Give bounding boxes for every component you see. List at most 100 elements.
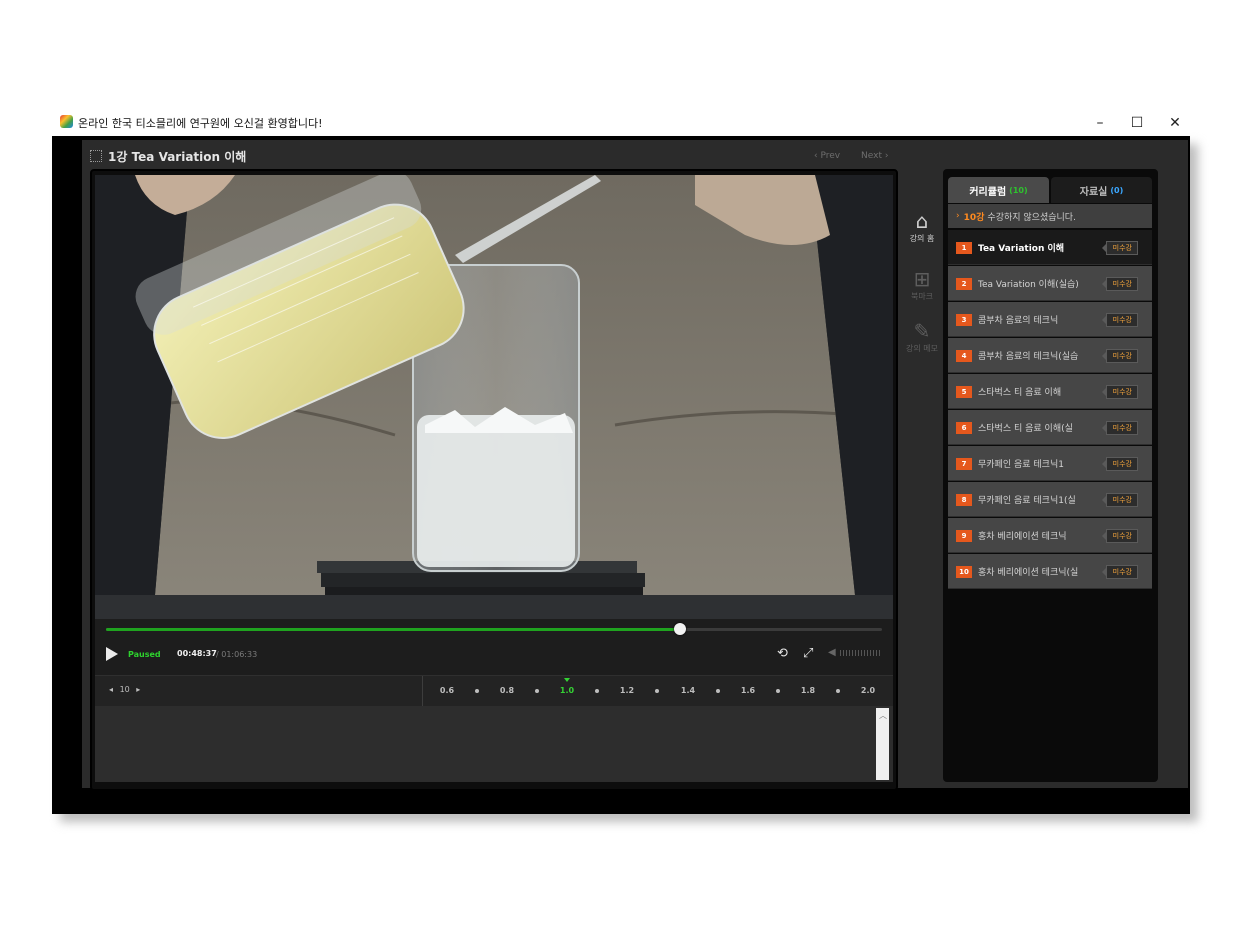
video-controls: Paused 00:48:37 / 01:06:33 ⟲ ⤢ ◀ [95,619,893,675]
lesson-title: 무카페인 음료 테크닉1 [978,460,1064,470]
window-title: 온라인 한국 티소믈리에 연구원에 오신걸 환영합니다! [78,117,323,130]
lesson-number: 8 [956,494,972,506]
lesson-title: 홍차 베리에이션 테크닉 [978,532,1067,542]
tab-curriculum-count: (10) [1009,185,1028,195]
speed-marker-icon [564,678,570,682]
next-button[interactable]: Next › [861,151,888,161]
lesson-number: 5 [956,386,972,398]
tool-memo[interactable]: ✎ 강의 메모 [902,320,942,354]
close-button[interactable]: ✕ [1156,110,1194,136]
lesson-item[interactable]: 6 스타벅스 티 음료 이해(실 미수강 [948,410,1152,445]
volume-slider[interactable] [840,650,882,656]
app-window: 1강 Tea Variation 이해 ‹ Prev Next › Paused… [52,136,1190,814]
lesson-number: 4 [956,350,972,362]
speed-option[interactable]: 1.2 [620,686,634,695]
video-frame[interactable] [95,175,893,619]
speed-option-active[interactable]: 1.0 [560,686,574,695]
tab-materials-count: (0) [1110,185,1124,195]
tab-curriculum[interactable]: 커리큘럼 (10) [948,177,1049,203]
lesson-title: 무카페인 음료 테크닉1(실 [978,496,1076,506]
lesson-item-active[interactable]: 1 Tea Variation 이해 미수강 [948,230,1152,265]
lesson-item[interactable]: 9 홍차 베리에이션 테크닉 미수강 [948,518,1152,553]
tool-bookmark-label: 북마크 [910,292,934,301]
window-titlebar: 온라인 한국 티소믈리에 연구원에 오신걸 환영합니다! – ☐ ✕ [52,110,1190,136]
notice-arrow-icon: › [956,211,960,221]
seek-step: 10 [119,685,130,694]
lesson-title: Tea Variation 이해(실습) [978,280,1079,290]
speed-dot [655,689,659,693]
progress-fill [106,628,681,631]
play-button[interactable] [106,647,118,661]
speed-dot [716,689,720,693]
speed-option[interactable]: 1.8 [801,686,815,695]
player-frame: 1강 Tea Variation 이해 ‹ Prev Next › Paused… [82,140,1188,791]
seek-back-icon[interactable]: ◂ [109,685,113,694]
speed-dot [776,689,780,693]
speed-dot [535,689,539,693]
speed-dot [836,689,840,693]
progress-notice: › 10강 수강하지 않으셨습니다. [948,204,1152,228]
lesson-title: Tea Variation 이해 [978,244,1065,254]
lesson-status-badge: 미수강 [1101,457,1138,471]
speed-bar: ◂ 10 ▸ 0.6 0.8 1.0 1.2 1.4 1.6 1.8 2.0 [95,675,893,706]
lesson-status-badge: 미수강 [1101,385,1138,399]
curriculum-panel: 커리큘럼 (10) 자료실 (0) › 10강 수강하지 않으셨습니다. 1 T… [943,169,1158,782]
prev-button[interactable]: ‹ Prev [814,151,840,161]
lecture-list-icon [90,150,102,162]
maximize-button[interactable]: ☐ [1118,110,1156,136]
lesson-title: 홍차 베리에이션 테크닉(실 [978,568,1079,578]
lesson-status-badge: 미수강 [1101,565,1138,579]
lesson-item[interactable]: 2 Tea Variation 이해(실습) 미수강 [948,266,1152,301]
lesson-title: 스타벅스 티 음료 이해 [978,388,1062,398]
lesson-title: 스타벅스 티 음료 이해(실 [978,424,1073,434]
lesson-number: 2 [956,278,972,290]
progress-handle[interactable] [674,623,687,635]
lesson-status-badge: 미수강 [1101,421,1138,435]
tab-materials[interactable]: 자료실 (0) [1051,177,1152,203]
volume-icon[interactable]: ◀ [828,647,836,658]
tool-bookmark[interactable]: ⊞ 북마크 [902,268,942,302]
tab-materials-label: 자료실 [1079,186,1108,198]
video-image [95,175,893,619]
speed-option[interactable]: 0.8 [500,686,514,695]
lesson-item[interactable]: 4 콤부차 음료의 테크닉(실습 미수강 [948,338,1152,373]
lesson-item[interactable]: 3 콤부차 음료의 테크닉 미수강 [948,302,1152,337]
lesson-number: 7 [956,458,972,470]
repeat-icon[interactable]: ⟲ [777,646,788,661]
tab-curriculum-label: 커리큘럼 [969,186,1007,198]
notice-highlight: 10강 [963,212,985,223]
seek-control: ◂ 10 ▸ [109,685,140,694]
video-player: Paused 00:48:37 / 01:06:33 ⟲ ⤢ ◀ ◂ 10 ▸ … [90,169,898,791]
speed-option[interactable]: 1.4 [681,686,695,695]
speed-dot [595,689,599,693]
minimize-button[interactable]: – [1081,110,1119,136]
lesson-item[interactable]: 5 스타벅스 티 음료 이해 미수강 [948,374,1152,409]
seek-forward-icon[interactable]: ▸ [136,685,140,694]
notice-text: 수강하지 않으셨습니다. [987,212,1076,223]
tool-home[interactable]: ⌂ 강의 홈 [902,210,942,244]
tool-memo-label: 강의 메모 [906,344,938,353]
tool-home-label: 강의 홈 [909,234,935,243]
lesson-status-badge: 미수강 [1101,349,1138,363]
lesson-number: 1 [956,242,972,254]
lesson-status-badge: 미수강 [1101,241,1138,255]
playback-status: Paused [128,650,161,659]
speed-dot [475,689,479,693]
speed-option[interactable]: 2.0 [861,686,875,695]
bookmark-add-icon: ⊞ [913,267,931,291]
fullscreen-icon[interactable]: ⤢ [803,646,813,661]
progress-bar[interactable] [106,623,882,635]
memo-area[interactable]: ︿ [95,706,893,782]
lesson-number: 6 [956,422,972,434]
speed-option[interactable]: 0.6 [440,686,454,695]
lesson-title: 콤부차 음료의 테크닉(실습 [978,352,1079,362]
lesson-status-badge: 미수강 [1101,529,1138,543]
scroll-up-icon[interactable]: ︿ [879,710,887,721]
lesson-item[interactable]: 7 무카페인 음료 테크닉1 미수강 [948,446,1152,481]
speed-option[interactable]: 1.6 [741,686,755,695]
speed-divider [422,676,423,706]
memo-scrollbar[interactable]: ︿ [876,708,889,780]
lesson-item[interactable]: 10 홍차 베리에이션 테크닉(실 미수강 [948,554,1152,589]
lecture-title: 1강 Tea Variation 이해 [108,150,247,164]
lesson-item[interactable]: 8 무카페인 음료 테크닉1(실 미수강 [948,482,1152,517]
